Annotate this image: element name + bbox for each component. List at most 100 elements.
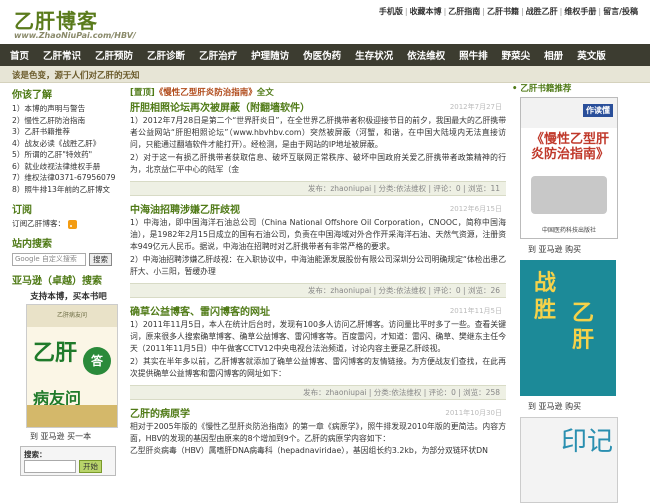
- amazon-search-input[interactable]: [24, 460, 76, 473]
- toplink-1[interactable]: 收藏本博: [410, 7, 442, 16]
- toplink-5[interactable]: 维权手册: [564, 7, 596, 16]
- book1-publisher: 中国医药科技出版社: [541, 227, 596, 234]
- book-cover-big: 乙肝: [33, 340, 78, 366]
- post-paragraph: 相对于2005年版的《慢性乙型肝炎防治指南》的第一章《病原学》，照牛排发现201…: [130, 422, 506, 444]
- nav-item-7[interactable]: 生存状况: [348, 48, 400, 62]
- post: 乙肝的病原学 2011年10月30日 相对于2005年版的《慢性乙型肝炎防治指南》的…: [130, 408, 506, 458]
- site-url: www.ZhaoNiuPai.com/HBV/: [14, 31, 136, 40]
- nav-item-6[interactable]: 伪医伪药: [296, 48, 348, 62]
- toplink-0[interactable]: 手机版: [379, 7, 403, 16]
- buy1-link[interactable]: 到 亚马逊 购买: [528, 244, 642, 255]
- post-meta: 发布：zhaoniupai | 分类:依法维权 | 评论：0 | 浏览：26: [130, 283, 506, 299]
- nav-item-0[interactable]: 首页: [0, 48, 36, 62]
- buy2-link[interactable]: 到 亚马逊 购买: [528, 401, 642, 412]
- nav-item-10[interactable]: 野菜尖: [495, 48, 538, 62]
- subscribe-title: 订阅: [12, 205, 32, 216]
- toplink-separator: |: [482, 7, 485, 16]
- amazon-search-label: 搜索：: [24, 450, 47, 459]
- notice-item[interactable]: 4）战友必读《战胜乙肝》: [12, 138, 125, 150]
- book1-art: [531, 176, 607, 214]
- site-logo-title[interactable]: 乙肝博客: [14, 5, 98, 34]
- post-list: 肝胆相照论坛再次被屏蔽（附翻墙软件） 2012年7月27日 1）2012年7月28日…: [130, 102, 506, 458]
- toplink-4[interactable]: 战胜乙肝: [526, 7, 558, 16]
- buy-link[interactable]: 到 亚马逊 买一本: [30, 431, 125, 442]
- toplink-6[interactable]: 留言/投稿: [603, 7, 638, 16]
- nav-item-1[interactable]: 乙肝常识: [36, 48, 88, 62]
- book-cover-image[interactable]: 乙肝病友问 乙肝 答 病友问: [26, 304, 118, 428]
- post-date: 2011年11月5日: [449, 307, 502, 316]
- pinned-prefix: [置顶]: [130, 88, 155, 98]
- post-paragraph: 1）2012年7月28日是第二个“世界肝炎日”，在全世界乙肝携带者积极迎接节日的…: [130, 116, 506, 150]
- site-search-button[interactable]: 搜索: [89, 253, 112, 266]
- nav-item-3[interactable]: 乙肝诊断: [140, 48, 192, 62]
- notice-item[interactable]: 7）维权法律0371-67956079: [12, 172, 125, 184]
- pinned-book[interactable]: 《慢性乙型肝炎防治指南》: [155, 88, 257, 98]
- book1-cover[interactable]: 作读懂 《慢性乙型肝炎防治指南》 中国医药科技出版社: [520, 97, 618, 239]
- right-sidebar: • 乙肝书籍推荐 作读懂 《慢性乙型肝炎防治指南》 中国医药科技出版社 到 亚马…: [512, 82, 642, 503]
- site-header: 乙肝博客 www.ZhaoNiuPai.com/HBV/ 手机版 | 收藏本博 | 乙肝…: [0, 0, 650, 44]
- book-cover-band: [27, 405, 117, 427]
- post-paragraph: 1）2011年11月5日，本人在统计后台时，发现有100多人访问乙肝博客。访问量…: [130, 320, 506, 354]
- post-paragraph: 乙型肝炎病毒（HBV）属嗜肝DNA病毒科（hepadnaviridae），基因组…: [130, 446, 488, 456]
- post: 确草公益博客、雷闪博客的网址 2011年11月5日 1）2011年11月5日，本人在…: [130, 306, 506, 401]
- book2-cover[interactable]: 战胜 乙肝: [520, 260, 616, 396]
- toplink-separator: |: [404, 7, 408, 16]
- amazon-search-button[interactable]: 开始: [79, 460, 102, 473]
- notice-item[interactable]: 6）就业歧视法律维权手册: [12, 161, 125, 173]
- book-cover-circle: 答: [83, 347, 111, 375]
- notice-item[interactable]: 3）乙肝书籍推荐: [12, 126, 125, 138]
- nav-item-11[interactable]: 相册: [537, 48, 570, 62]
- nav-item-5[interactable]: 护理随访: [244, 48, 296, 62]
- book1-title: 《慢性乙型肝炎防治指南》: [530, 132, 609, 162]
- site-search-title: 站内搜索: [12, 239, 52, 250]
- book-cover-top: 乙肝病友问: [27, 305, 117, 327]
- rss-icon[interactable]: [68, 219, 78, 229]
- ticker-text: 该是色变，源于人们对乙肝的无知: [12, 71, 140, 81]
- top-links: 手机版 | 收藏本博 | 乙肝指南 | 乙肝书籍 | 战胜乙肝 | 维权手册 | 留言/投稿: [379, 6, 638, 17]
- toplink-3[interactable]: 乙肝书籍: [487, 7, 519, 16]
- nav-item-8[interactable]: 依法维权: [400, 48, 452, 62]
- notice-item[interactable]: 1）本博的声明与警告: [12, 103, 125, 115]
- post-paragraph: 1）中海油，即中国海洋石油总公司（China National Offshore…: [130, 218, 506, 252]
- amazon-note: 支持本博，买本书吧: [30, 292, 107, 302]
- nav-item-2[interactable]: 乙肝预防: [88, 48, 140, 62]
- toplink-2[interactable]: 乙肝指南: [448, 7, 480, 16]
- notice-item[interactable]: 5）所谓的乙肝"特效药": [12, 149, 125, 161]
- nav-item-12[interactable]: 英文版: [570, 48, 613, 62]
- post-meta: 发布：zhaoniupai | 分类:依法维权 | 评论：0 | 浏览：258: [130, 385, 506, 401]
- book1-author: 作读懂: [583, 104, 613, 117]
- post-paragraph: 2）其实在半年多以前，乙肝博客就添加了确草公益博客、雷闪博客的友情链接。为方便战…: [130, 356, 506, 378]
- pinned-suffix: 全文: [256, 88, 274, 98]
- site-search-input[interactable]: Google 自定义搜索: [12, 253, 86, 266]
- pinned-tagline[interactable]: [置顶]《慢性乙型肝炎防治指南》全文: [130, 86, 506, 98]
- nav-item-9[interactable]: 照牛排: [452, 48, 495, 62]
- toplink-separator: |: [559, 7, 563, 16]
- notice-item[interactable]: 2）慢性乙肝防治指南: [12, 115, 125, 127]
- subscribe-label: 订阅乙肝博客：: [12, 219, 66, 228]
- post-date: 2012年7月27日: [449, 103, 502, 111]
- amazon-search-title: 亚马逊（卓越）搜索: [12, 276, 102, 287]
- book2-text-a: 战胜: [534, 270, 557, 323]
- left-sidebar: 你该了解 1）本博的声明与警告 2）慢性乙肝防治指南 3）乙肝书籍推荐 4）战友必读《…: [12, 86, 125, 482]
- main-content: [置顶]《慢性乙型肝炎防治指南》全文 肝胆相照论坛再次被屏蔽（附翻墙软件） 201…: [130, 86, 506, 458]
- books-title: • 乙肝书籍推荐: [512, 84, 572, 94]
- post-date: 2011年10月30日: [445, 409, 502, 418]
- nav-item-4[interactable]: 乙肝治疗: [192, 48, 244, 62]
- toplink-separator: |: [443, 7, 447, 16]
- toplink-separator: |: [520, 7, 524, 16]
- post-date: 2012年6月15日: [449, 205, 502, 214]
- book3-cover[interactable]: 印记: [520, 417, 618, 503]
- notice-title: 你该了解: [12, 90, 52, 101]
- toplink-separator: |: [598, 7, 602, 16]
- post: 肝胆相照论坛再次被屏蔽（附翻墙软件） 2012年7月27日 1）2012年7月28日…: [130, 102, 506, 197]
- post-meta: 发布：zhaoniupai | 分类:依法维权 | 评论：0 | 浏览：11: [130, 181, 506, 197]
- post-paragraph: 2）中海油招聘涉嫌乙肝歧视：在入职协议中，中海油能源发展股份有限公司深圳分公司明…: [130, 254, 506, 276]
- ticker-bar: 该是色变，源于人们对乙肝的无知: [0, 66, 650, 83]
- post: 中海油招聘涉嫌乙肝歧视 2012年6月15日 1）中海油，即中国海洋石油总公司（Ch…: [130, 204, 506, 299]
- notice-item[interactable]: 8）照牛排13年前的乙肝博文: [12, 184, 125, 196]
- post-paragraph: 2）对于这一有损乙肝携带者获取信息、破坏互联网正常秩序、破坏中国政府关爱乙肝携带…: [130, 152, 506, 174]
- main-nav: 首页 乙肝常识 乙肝预防 乙肝诊断 乙肝治疗 护理随访 伪医伪药 生存状况 依法维权 照牛排 野菜尖…: [0, 44, 650, 66]
- book2-text-b: 乙肝: [572, 300, 595, 353]
- notice-list: 1）本博的声明与警告 2）慢性乙肝防治指南 3）乙肝书籍推荐 4）战友必读《战胜乙肝》…: [12, 103, 125, 195]
- book3-text: 印记: [561, 427, 614, 457]
